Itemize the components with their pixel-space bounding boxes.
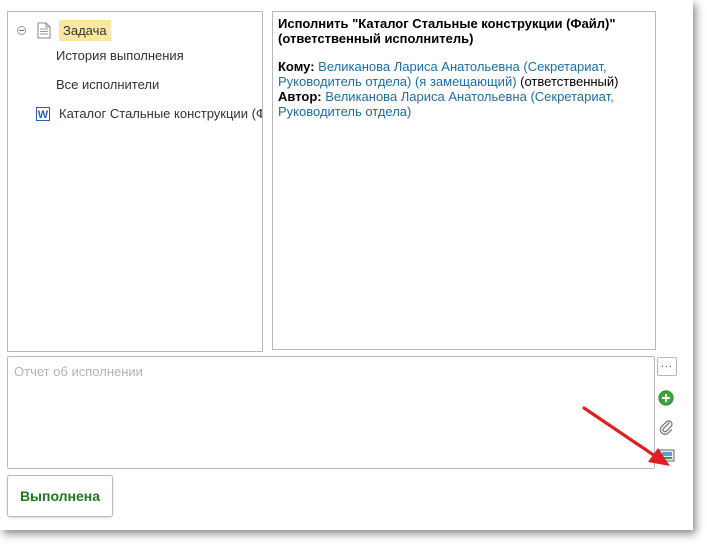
tree-item-label: Задача [59, 20, 111, 41]
author-link[interactable]: Великанова Лариса Анатольевна (Секретари… [278, 89, 614, 119]
task-title: Исполнить "Каталог Стальные конструкции … [278, 16, 616, 46]
annotation-arrow-icon [582, 406, 670, 466]
author-label: Автор: [278, 89, 322, 104]
tree-item-file[interactable]: W Каталог Стальные конструкции (Файл) [36, 106, 262, 121]
task-tree: Задача История выполнения Все исполнител… [7, 11, 263, 352]
tree-item-history[interactable]: История выполнения [56, 48, 184, 63]
tree-item-label: История выполнения [56, 48, 184, 63]
collapse-icon[interactable] [17, 26, 26, 35]
word-document-icon: W [36, 106, 50, 121]
recipient-line: Кому: Великанова Лариса Анатольевна (Сек… [278, 59, 650, 89]
tree-item-label: Все исполнители [56, 77, 160, 92]
tree-item-label: Каталог Стальные конструкции (Файл) [59, 106, 262, 121]
select-button[interactable]: ... [657, 357, 677, 376]
task-form-window: Задача История выполнения Все исполнител… [0, 0, 693, 530]
author-line: Автор: Великанова Лариса Анатольевна (Се… [278, 89, 650, 119]
report-input[interactable] [8, 357, 654, 468]
tree-item-task[interactable]: Задача [17, 20, 111, 41]
complete-button[interactable]: Выполнена [7, 475, 113, 517]
recipient-label: Кому: [278, 59, 315, 74]
document-icon [37, 22, 51, 39]
tree-item-all-performers[interactable]: Все исполнители [56, 77, 159, 92]
task-info-panel: Исполнить "Каталог Стальные конструкции … [272, 11, 656, 350]
recipient-role: (ответственный) [516, 74, 619, 89]
report-field-container [7, 356, 655, 469]
